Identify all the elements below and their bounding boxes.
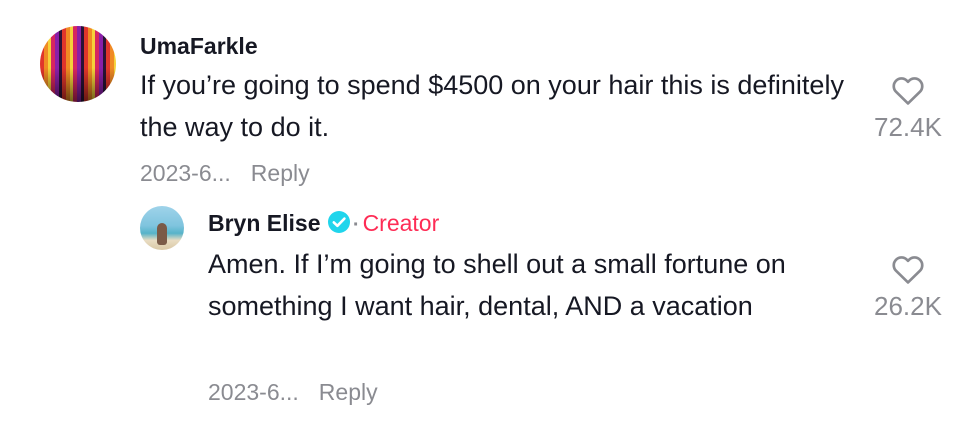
comment-thread: UmaFarkle If you’re going to spend $4500… <box>0 0 980 426</box>
reply-button[interactable]: Reply <box>251 160 310 186</box>
comment-meta: 2023-6... Reply <box>140 160 310 187</box>
reply-button[interactable]: Reply <box>319 379 378 405</box>
avatar[interactable] <box>140 206 184 250</box>
reply-text: Amen. If I’m going to shell out a small … <box>208 249 786 321</box>
badge-separator: · <box>352 214 360 236</box>
comment-text: If you’re going to spend $4500 on your h… <box>140 70 844 142</box>
comment-date: 2023-6... <box>140 160 231 186</box>
like-count: 72.4K <box>874 112 942 142</box>
heart-icon[interactable] <box>891 74 925 106</box>
reply-date: 2023-6... <box>208 379 299 405</box>
avatar-figure <box>157 223 167 245</box>
like-button[interactable]: 72.4K <box>858 74 958 143</box>
like-count: 26.2K <box>874 291 942 321</box>
reply-username[interactable]: Bryn Elise <box>208 210 321 236</box>
reply-username-row: Bryn Elise · Creator <box>208 210 439 237</box>
verified-check-icon <box>327 211 350 233</box>
reply-meta: 2023-6... Reply <box>208 379 378 406</box>
avatar[interactable] <box>40 26 116 102</box>
creator-badge: Creator <box>362 210 440 236</box>
heart-icon[interactable] <box>891 253 925 285</box>
like-button[interactable]: 26.2K <box>858 253 958 322</box>
comment-username[interactable]: UmaFarkle <box>140 33 258 60</box>
